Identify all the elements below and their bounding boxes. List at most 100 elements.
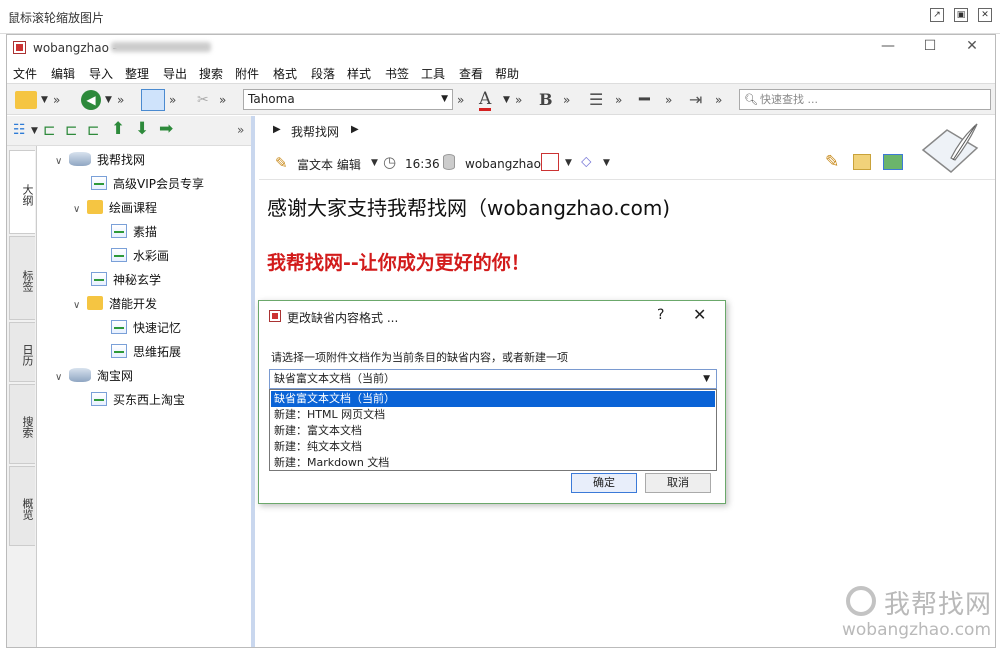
tree-item-label: 神秘玄学 — [113, 273, 162, 287]
horizontal-line-icon[interactable]: ━ — [639, 89, 650, 111]
option-new-plain-text[interactable]: 新建：纯文本文档 — [271, 439, 715, 455]
tree-item[interactable]: 神秘玄学 — [51, 268, 251, 292]
tree-view-dropdown-icon[interactable]: ▼ — [31, 126, 38, 136]
toolbar-more-10[interactable]: » — [715, 89, 722, 111]
quick-search-input[interactable]: 🔍︎ 快速查找 ... — [739, 89, 991, 110]
option-new-markdown[interactable]: 新建：Markdown 文档 — [271, 455, 715, 471]
chevron-down-icon[interactable]: ∨ — [55, 366, 69, 390]
tree-view-icon[interactable]: ☷ — [13, 122, 26, 138]
text-color-dropdown-icon[interactable]: ▼ — [503, 89, 510, 111]
menu-import[interactable]: 导入 — [89, 65, 113, 82]
toolbar-more-1[interactable]: » — [53, 89, 60, 111]
new-note-dropdown-icon[interactable]: ▼ — [41, 89, 48, 111]
edit-mode-label[interactable]: 富文本 编辑 — [297, 156, 361, 173]
toolbar-more-8[interactable]: » — [615, 89, 622, 111]
new-child-icon[interactable]: ⊏ — [43, 121, 56, 139]
toolbar-more-9[interactable]: » — [665, 89, 672, 111]
help-button[interactable]: ? — [657, 307, 664, 323]
toolbar-more-2[interactable]: » — [117, 89, 124, 111]
new-sibling-icon[interactable]: ⊏ — [65, 121, 78, 139]
toolbar-more-4[interactable]: » — [219, 89, 226, 111]
image-icon[interactable] — [883, 154, 903, 170]
cancel-button[interactable]: 取消 — [645, 473, 711, 493]
dialog-close-button[interactable]: ✕ — [693, 305, 706, 324]
calendar-dropdown-icon[interactable]: ▼ — [565, 158, 572, 168]
menu-format[interactable]: 格式 — [273, 65, 297, 82]
text-color-icon[interactable]: A — [479, 89, 492, 111]
tag-dropdown-icon[interactable]: ▼ — [603, 158, 610, 168]
tree-item[interactable]: ∨ 淘宝网 — [51, 364, 251, 388]
breadcrumb-arrow-icon[interactable]: ▶ — [273, 124, 281, 135]
tree-item[interactable]: ∨ 我帮找网 — [51, 148, 251, 172]
tree-item[interactable]: ∨ 潜能开发 — [51, 292, 251, 316]
tab-overview[interactable]: 概览 — [9, 466, 35, 546]
layout-icon[interactable] — [141, 89, 165, 111]
restore-icon[interactable]: ▣ — [954, 8, 968, 22]
menu-attachment[interactable]: 附件 — [235, 65, 259, 82]
tag-icon[interactable]: ⬦ — [581, 152, 592, 170]
menu-bookmark[interactable]: 书签 — [385, 65, 409, 82]
note-tree: ∨ 我帮找网 高级VIP会员专享 ∨ 绘画课程 素描 水彩画 神秘玄学 ∨ 潜能开发 … — [51, 148, 251, 412]
calendar-icon[interactable] — [541, 153, 559, 171]
tree-item[interactable]: 高级VIP会员专享 — [51, 172, 251, 196]
tree-toolbar-more[interactable]: » — [237, 123, 244, 137]
menu-tools[interactable]: 工具 — [421, 65, 445, 82]
breadcrumb-item[interactable]: 我帮找网 — [291, 123, 339, 140]
menu-organize[interactable]: 整理 — [125, 65, 149, 82]
edit-note-icon[interactable]: ✎ — [825, 152, 839, 172]
tree-item[interactable]: ∨ 绘画课程 — [51, 196, 251, 220]
toolbar-more-3[interactable]: » — [169, 89, 176, 111]
tree-item[interactable]: 素描 — [51, 220, 251, 244]
move-up-icon[interactable]: ⬆ — [111, 119, 125, 139]
tree-item[interactable]: 思维拓展 — [51, 340, 251, 364]
new-note-icon[interactable] — [15, 91, 37, 109]
toolbar-more-5[interactable]: » — [457, 89, 464, 111]
chevron-down-icon[interactable]: ∨ — [73, 198, 87, 222]
option-default-rich-text[interactable]: 缺省富文本文档（当前） — [271, 391, 715, 407]
option-new-html[interactable]: 新建：HTML 网页文档 — [271, 407, 715, 423]
highlight-icon[interactable] — [853, 154, 871, 170]
back-dropdown-icon[interactable]: ▼ — [105, 89, 112, 111]
mode-dropdown-icon[interactable]: ▼ — [371, 158, 378, 168]
font-select[interactable]: Tahoma ▼ — [243, 89, 453, 110]
tab-tags[interactable]: 标签 — [9, 236, 35, 320]
bold-icon[interactable]: B — [539, 89, 553, 111]
menu-export[interactable]: 导出 — [163, 65, 187, 82]
tab-calendar[interactable]: 日历 — [9, 322, 35, 382]
minimize-button[interactable]: — — [873, 38, 903, 58]
toolbar-more-6[interactable]: » — [515, 89, 522, 111]
menu-file[interactable]: 文件 — [13, 65, 37, 82]
menu-help[interactable]: 帮助 — [495, 65, 519, 82]
tree-item[interactable]: 快速记忆 — [51, 316, 251, 340]
tab-search[interactable]: 搜索 — [9, 384, 35, 464]
cut-icon[interactable]: ✂ — [197, 89, 209, 111]
tab-outline[interactable]: 大纲 — [9, 150, 35, 234]
menu-view[interactable]: 查看 — [459, 65, 483, 82]
page-icon — [111, 224, 127, 238]
back-icon[interactable]: ◀ — [81, 90, 101, 110]
popout-icon[interactable]: ↗ — [930, 8, 944, 22]
chevron-down-icon[interactable]: ∨ — [55, 150, 69, 174]
dialog-prompt: 请选择一项附件文档作为当前条目的缺省内容，或者新建一项 — [271, 351, 568, 364]
ok-button[interactable]: 确定 — [571, 473, 637, 493]
tree-item[interactable]: 水彩画 — [51, 244, 251, 268]
new-sibling-after-icon[interactable]: ⊏ — [87, 121, 100, 139]
menu-style[interactable]: 样式 — [347, 65, 371, 82]
move-down-icon[interactable]: ⬇ — [135, 119, 149, 139]
list-icon[interactable]: ☰ — [589, 89, 603, 111]
menu-search[interactable]: 搜索 — [199, 65, 223, 82]
format-select[interactable]: 缺省富文本文档（当前） ▼ — [269, 369, 717, 389]
toolbar-more-7[interactable]: » — [563, 89, 570, 111]
indent-icon[interactable]: ⇥ — [689, 89, 702, 111]
menu-paragraph[interactable]: 段落 — [311, 65, 335, 82]
breadcrumb-arrow-icon[interactable]: ▶ — [351, 124, 359, 135]
maximize-button[interactable]: ☐ — [915, 38, 945, 58]
tree-item[interactable]: 买东西上淘宝 — [51, 388, 251, 412]
option-new-rich-text[interactable]: 新建：富文本文档 — [271, 423, 715, 439]
tree-item-label: 潜能开发 — [109, 297, 158, 311]
menu-edit[interactable]: 编辑 — [51, 65, 75, 82]
chevron-down-icon[interactable]: ∨ — [73, 294, 87, 318]
move-right-icon[interactable]: ➡ — [159, 119, 173, 139]
close-button[interactable]: ✕ — [957, 38, 987, 58]
close-icon[interactable]: ✕ — [978, 8, 992, 22]
